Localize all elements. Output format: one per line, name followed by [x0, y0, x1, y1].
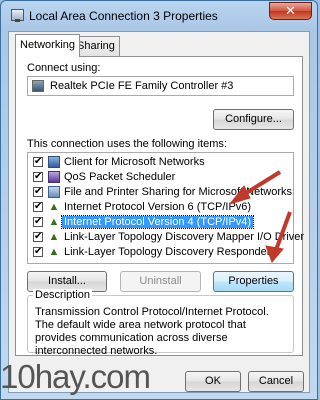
arrow-to-properties	[265, 211, 292, 263]
annotation-arrows	[228, 170, 292, 263]
tab-networking[interactable]: Networking	[15, 34, 81, 57]
arrow-to-ipv4	[228, 170, 282, 205]
watermark: 10hay.com	[0, 358, 151, 395]
